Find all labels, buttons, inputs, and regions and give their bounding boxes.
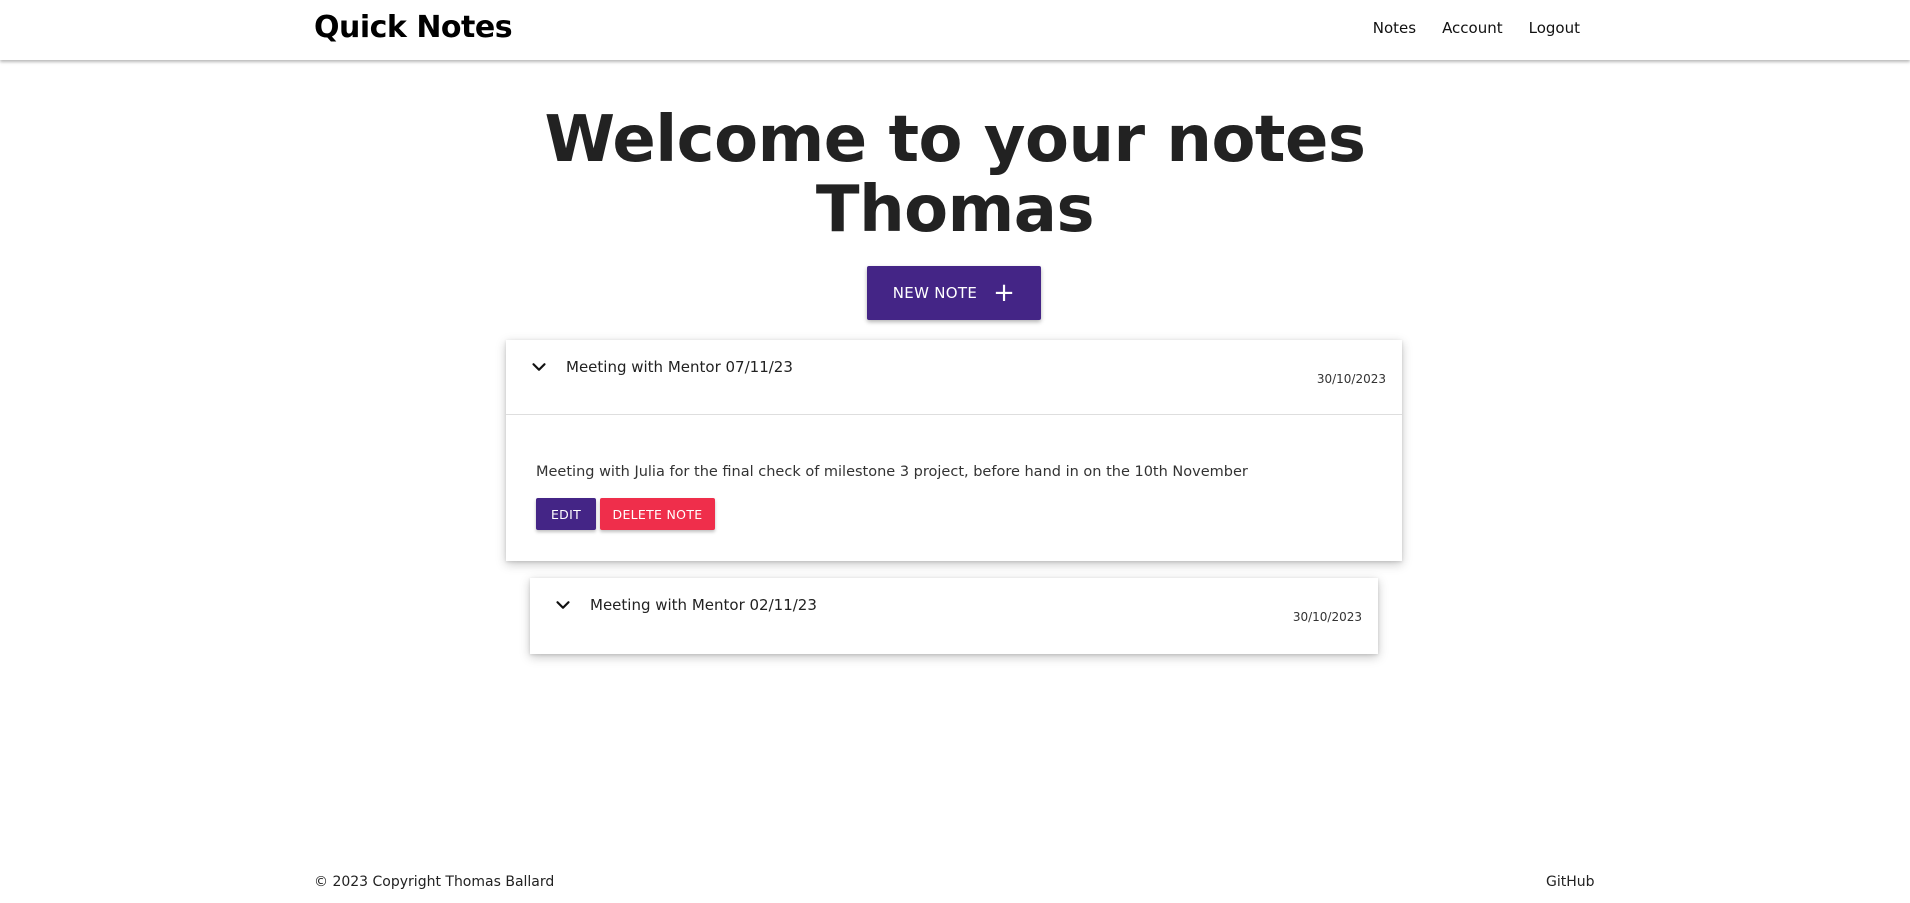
note-date: 30/10/2023 — [1316, 372, 1386, 386]
page-title-line1: Welcome to your notes — [544, 103, 1367, 177]
chevron-down-icon — [532, 363, 546, 371]
nav-link-logout[interactable]: Logout — [1529, 19, 1580, 37]
nav-link-notes[interactable]: Notes — [1373, 19, 1416, 37]
nav-link-account[interactable]: Account — [1442, 19, 1503, 37]
chevron-down-icon — [556, 601, 570, 609]
note-actions: EDIT DELETE NOTE — [536, 498, 715, 530]
note-title: Meeting with Mentor 07/11/23 — [566, 358, 793, 376]
note-body: Meeting with Julia for the final check o… — [536, 464, 1248, 480]
github-link[interactable]: GitHub — [1546, 874, 1595, 890]
edit-button[interactable]: EDIT — [536, 498, 596, 530]
delete-note-button[interactable]: DELETE NOTE — [600, 498, 715, 530]
page-title-line2: Thomas — [815, 173, 1095, 247]
page-title: Welcome to your notes Thomas — [0, 105, 1910, 245]
note-title: Meeting with Mentor 02/11/23 — [590, 596, 817, 614]
copyright-text: © 2023 Copyright Thomas Ballard — [314, 874, 555, 890]
note-card: Meeting with Mentor 02/11/23 30/10/2023 — [530, 578, 1378, 654]
brand-logo[interactable]: Quick Notes — [314, 10, 513, 45]
note-card: Meeting with Mentor 07/11/23 30/10/2023 … — [506, 340, 1402, 561]
new-note-button[interactable]: NEW NOTE + — [867, 266, 1041, 320]
plus-icon: + — [993, 278, 1016, 308]
note-card-header[interactable]: Meeting with Mentor 07/11/23 30/10/2023 — [506, 340, 1402, 415]
note-date: 30/10/2023 — [1292, 610, 1362, 624]
nav-links: Notes Account Logout — [1373, 19, 1580, 37]
note-card-header[interactable]: Meeting with Mentor 02/11/23 30/10/2023 — [530, 578, 1378, 653]
navbar: Quick Notes Notes Account Logout — [0, 0, 1910, 60]
new-note-label: NEW NOTE — [892, 284, 978, 302]
